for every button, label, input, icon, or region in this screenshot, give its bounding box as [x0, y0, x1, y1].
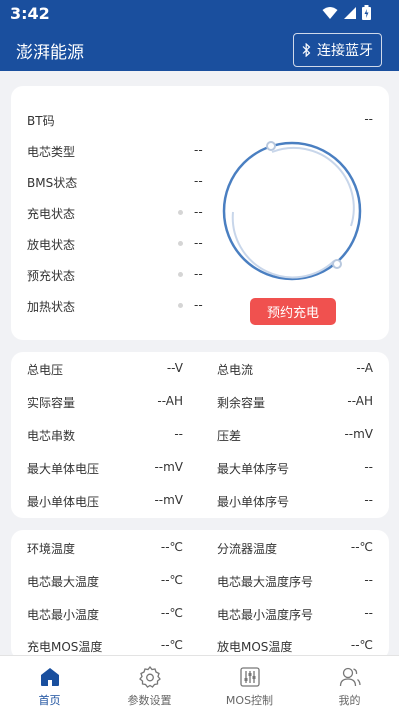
max-cell-index-label: 最大单体序号 — [217, 462, 290, 476]
charge-mos-temp-label: 充电MOS温度 — [27, 640, 103, 654]
electrical-card: 总电压 --V 总电流 --A 实际容量 --AH 剩余容量 --AH 电芯串数… — [11, 352, 389, 518]
heating-status-label: 加热状态 — [27, 300, 76, 314]
cell-min-temp-index-label: 电芯最小温度序号 — [217, 608, 314, 622]
discharge-status-value: -- — [194, 236, 203, 250]
total-voltage-value: --V — [166, 361, 183, 375]
battery-info-card: BT码 -- 电芯类型 -- BMS状态 -- 充电状态 -- 放电状态 -- … — [11, 86, 389, 340]
charge-status-indicator — [178, 210, 183, 215]
heating-status-value: -- — [194, 298, 203, 312]
shunt-temp-label: 分流器温度 — [217, 542, 278, 556]
total-current-label: 总电流 — [217, 363, 254, 377]
actual-capacity-label: 实际容量 — [27, 396, 76, 410]
remaining-capacity-label: 剩余容量 — [217, 396, 266, 410]
max-cell-index-value: -- — [364, 460, 373, 474]
charge-status-value: -- — [194, 205, 203, 219]
nav-mos-control-label: MOS控制 — [225, 694, 274, 707]
voltage-diff-value: --mV — [344, 427, 373, 441]
cell-min-temp-index-value: -- — [364, 606, 373, 620]
bottom-nav: 首页 参数设置 MOS控制 我的 — [0, 655, 399, 711]
battery-icon — [362, 5, 371, 20]
cell-type-label: 电芯类型 — [27, 145, 76, 159]
ring-arc-bottom — [231, 211, 335, 279]
app-title: 澎湃能源 — [16, 43, 84, 63]
cell-max-temp-value: --℃ — [160, 573, 183, 587]
cell-min-temp-value: --℃ — [160, 606, 183, 620]
user-icon — [339, 667, 361, 687]
total-voltage-label: 总电压 — [27, 363, 64, 377]
heating-status-indicator — [178, 303, 183, 308]
precharge-status-label: 预充状态 — [27, 269, 76, 283]
ring-arc-top — [271, 146, 355, 227]
cell-max-temp-index-value: -- — [364, 573, 373, 587]
shunt-temp-value: --℃ — [350, 540, 373, 554]
remaining-capacity-value: --AH — [347, 394, 373, 408]
voltage-diff-label: 压差 — [217, 429, 242, 443]
nav-home-label: 首页 — [38, 694, 61, 707]
signal-icon — [344, 6, 356, 19]
discharge-status-label: 放电状态 — [27, 238, 76, 252]
status-time: 3:42 — [10, 4, 50, 23]
bms-status-label: BMS状态 — [27, 176, 78, 190]
bluetooth-icon — [302, 43, 311, 57]
actual-capacity-value: --AH — [157, 394, 183, 408]
connect-bluetooth-button[interactable]: 连接蓝牙 — [293, 33, 382, 67]
ring-knob-bottom — [332, 259, 342, 269]
discharge-mos-temp-value: --℃ — [350, 638, 373, 652]
nav-settings-label: 参数设置 — [127, 694, 172, 707]
charge-status-label: 充电状态 — [27, 207, 76, 221]
cell-type-value: -- — [194, 143, 203, 157]
connect-bluetooth-label: 连接蓝牙 — [317, 43, 373, 59]
cell-count-label: 电芯串数 — [27, 429, 76, 443]
status-icons — [322, 5, 371, 20]
cell-max-temp-label: 电芯最大温度 — [27, 575, 100, 589]
bt-code-value: -- — [364, 112, 373, 126]
nav-settings[interactable]: 参数设置 — [100, 656, 199, 711]
bms-status-value: -- — [194, 174, 203, 188]
ring-outer — [222, 141, 362, 281]
temperature-card: 环境温度 --℃ 分流器温度 --℃ 电芯最大温度 --℃ 电芯最大温度序号 -… — [11, 530, 389, 660]
ambient-temp-value: --℃ — [160, 540, 183, 554]
app-bar: 澎湃能源 连接蓝牙 — [0, 28, 399, 71]
ring-knob-top — [266, 141, 276, 151]
max-cell-voltage-label: 最大单体电压 — [27, 462, 100, 476]
discharge-mos-temp-label: 放电MOS温度 — [217, 640, 293, 654]
nav-home[interactable]: 首页 — [0, 656, 99, 711]
home-icon — [41, 668, 59, 686]
schedule-charge-button[interactable]: 预约充电 — [250, 298, 336, 325]
status-bar: 3:42 — [0, 0, 399, 28]
precharge-status-indicator — [178, 272, 183, 277]
discharge-status-indicator — [178, 241, 183, 246]
gear-icon — [139, 665, 161, 688]
total-current-value: --A — [356, 361, 373, 375]
wifi-icon — [322, 6, 338, 19]
cell-min-temp-label: 电芯最小温度 — [27, 608, 100, 622]
charge-mos-temp-value: --℃ — [160, 638, 183, 652]
max-cell-voltage-value: --mV — [154, 460, 183, 474]
cell-max-temp-index-label: 电芯最大温度序号 — [217, 575, 314, 589]
min-cell-voltage-value: --mV — [154, 493, 183, 507]
nav-mos-control[interactable]: MOS控制 — [200, 656, 299, 711]
nav-profile[interactable]: 我的 — [300, 656, 399, 711]
precharge-status-value: -- — [194, 267, 203, 281]
min-cell-voltage-label: 最小单体电压 — [27, 495, 100, 509]
cell-count-value: -- — [174, 427, 183, 441]
nav-profile-label: 我的 — [338, 694, 361, 707]
bt-code-label: BT码 — [27, 114, 55, 128]
ambient-temp-label: 环境温度 — [27, 542, 76, 556]
soc-ring-gauge — [222, 141, 362, 281]
min-cell-index-label: 最小单体序号 — [217, 495, 290, 509]
sliders-icon — [240, 667, 260, 687]
min-cell-index-value: -- — [364, 493, 373, 507]
